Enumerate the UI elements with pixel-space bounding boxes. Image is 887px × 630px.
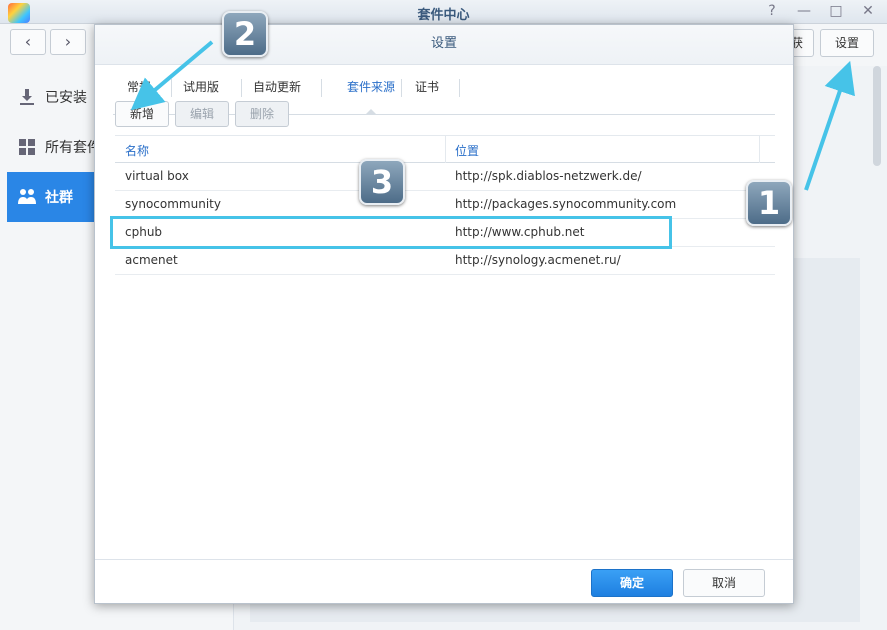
row-location: http://synology.acmenet.ru/ <box>455 253 621 267</box>
tab-divider <box>321 79 322 97</box>
help-icon[interactable]: ? <box>764 3 780 19</box>
maximize-icon[interactable]: □ <box>828 3 844 19</box>
step-badge-1: 1 <box>746 180 792 226</box>
table-row[interactable]: acmenet http://synology.acmenet.ru/ <box>115 247 775 275</box>
sidebar-item-label: 社群 <box>45 190 73 206</box>
grid-icon <box>17 137 37 157</box>
tab-package-sources[interactable]: 套件来源 <box>333 79 409 115</box>
column-divider <box>759 136 760 163</box>
ok-button[interactable]: 确定 <box>591 569 673 597</box>
tab-divider <box>241 79 242 97</box>
back-button[interactable]: ‹ <box>10 29 46 55</box>
package-sources-table: 名称 位置 virtual box http://spk.diablos-net… <box>115 135 775 275</box>
row-name: virtual box <box>125 169 189 183</box>
row-name: acmenet <box>125 253 178 267</box>
delete-button[interactable]: 删除 <box>235 101 289 127</box>
row-location: http://packages.synocommunity.com <box>455 197 677 211</box>
dialog-footer-divider <box>95 559 793 560</box>
edit-button[interactable]: 编辑 <box>175 101 229 127</box>
window-title: 套件中心 <box>417 8 470 23</box>
tab-certificate[interactable]: 证书 <box>415 79 439 115</box>
sidebar-item-label: 已安装 <box>45 90 87 106</box>
tab-divider <box>459 79 460 97</box>
step-badge-2: 2 <box>222 11 268 57</box>
table-row[interactable]: synocommunity http://packages.synocommun… <box>115 191 775 219</box>
tab-divider <box>401 79 402 97</box>
window-titlebar: 套件中心 ? — □ ✕ <box>0 0 887 24</box>
forward-button[interactable]: › <box>50 29 86 55</box>
chevron-right-icon: › <box>64 32 72 51</box>
highlight-box-cphub-row <box>110 216 672 249</box>
chevron-left-icon: ‹ <box>24 32 32 51</box>
cancel-button[interactable]: 取消 <box>683 569 765 597</box>
dialog-title: 设置 <box>95 25 793 65</box>
close-icon[interactable]: ✕ <box>860 3 876 19</box>
row-location: http://spk.diablos-netzwerk.de/ <box>455 169 642 183</box>
column-divider <box>445 136 446 163</box>
download-icon <box>17 87 37 107</box>
table-row[interactable]: virtual box http://spk.diablos-netzwerk.… <box>115 163 775 191</box>
step-badge-3: 3 <box>359 159 405 205</box>
row-name: synocommunity <box>125 197 221 211</box>
add-button[interactable]: 新增 <box>115 101 169 127</box>
scrollbar[interactable] <box>873 66 881 166</box>
column-header-location[interactable]: 位置 <box>455 142 479 159</box>
sidebar-item-label: 所有套件 <box>45 140 101 156</box>
table-header: 名称 位置 <box>115 135 775 163</box>
community-icon <box>17 187 37 207</box>
settings-button[interactable]: 设置 <box>820 29 874 57</box>
settings-dialog: 设置 常规 试用版 自动更新 套件来源 证书 新增 编辑 删除 名称 位置 vi… <box>94 24 794 604</box>
arrow-to-settings-button <box>804 60 855 191</box>
minimize-icon[interactable]: — <box>796 3 812 19</box>
column-header-name[interactable]: 名称 <box>125 142 149 159</box>
tab-divider <box>171 79 172 97</box>
